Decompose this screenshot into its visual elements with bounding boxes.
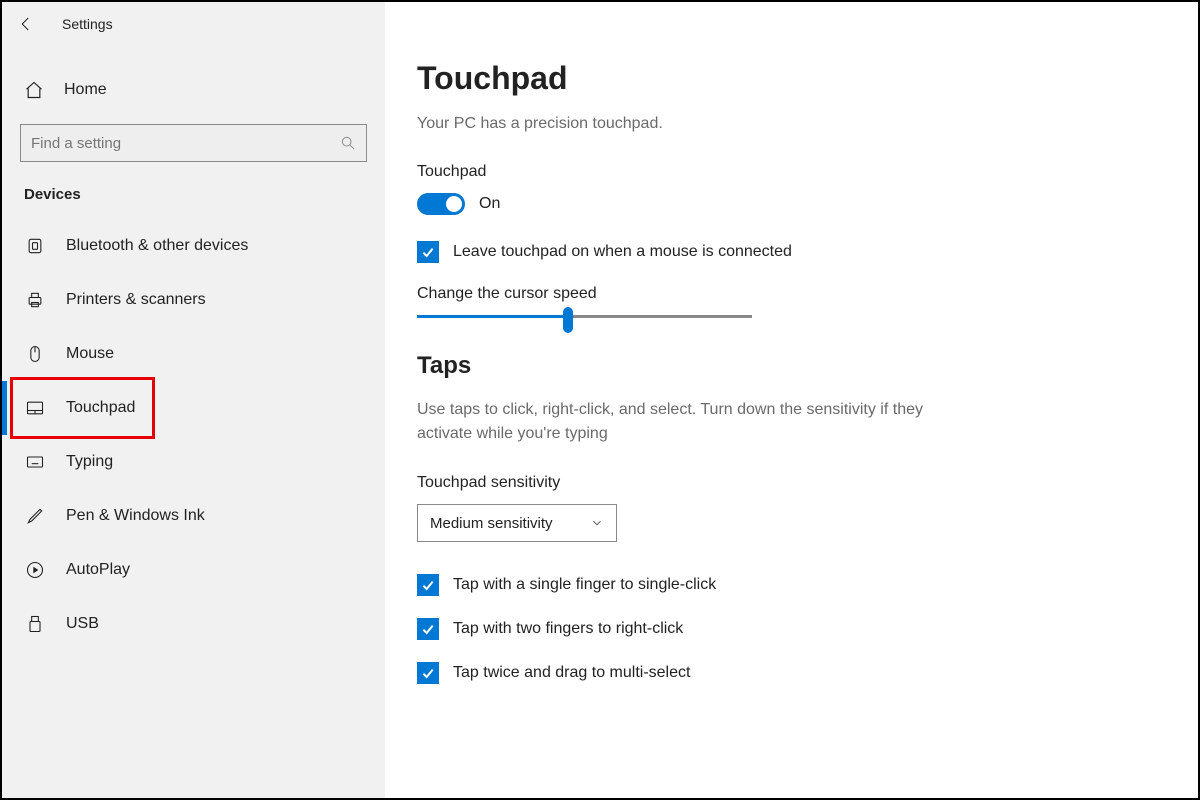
home-label: Home [64, 81, 107, 99]
sidebar-item-label: Touchpad [66, 399, 135, 417]
tap-two-checkbox[interactable] [417, 618, 439, 640]
tap-single-checkbox[interactable] [417, 574, 439, 596]
autoplay-icon [24, 559, 46, 581]
sidebar-item-label: Printers & scanners [66, 291, 206, 309]
sidebar-item-bluetooth[interactable]: Bluetooth & other devices [2, 219, 385, 273]
page-title: Touchpad [417, 60, 1158, 97]
search-input[interactable] [31, 135, 340, 152]
app-title: Settings [62, 16, 113, 32]
printer-icon [24, 289, 46, 311]
sidebar: Settings Home Devices Bluetooth & oth [2, 2, 385, 798]
touchpad-toggle[interactable] [417, 193, 465, 215]
check-icon [420, 577, 436, 593]
sidebar-category: Devices [2, 162, 385, 213]
touchpad-icon [24, 397, 46, 419]
sensitivity-value: Medium sensitivity [430, 515, 553, 532]
usb-icon [24, 613, 46, 635]
sidebar-item-touchpad[interactable]: Touchpad [2, 381, 385, 435]
check-icon [420, 621, 436, 637]
bluetooth-icon [24, 235, 46, 257]
pen-icon [24, 505, 46, 527]
chevron-down-icon [590, 516, 604, 530]
check-icon [420, 665, 436, 681]
leave-on-label: Leave touchpad on when a mouse is connec… [453, 243, 792, 261]
slider-thumb[interactable] [563, 307, 573, 333]
sidebar-navlist: Bluetooth & other devices Printers & sca… [2, 219, 385, 651]
sensitivity-select[interactable]: Medium sensitivity [417, 504, 617, 542]
sidebar-item-label: Typing [66, 453, 113, 471]
main-content: Touchpad Your PC has a precision touchpa… [385, 2, 1198, 798]
titlebar: Settings [2, 2, 385, 46]
sidebar-item-label: Bluetooth & other devices [66, 237, 248, 255]
sidebar-item-label: AutoPlay [66, 561, 130, 579]
mouse-icon [24, 343, 46, 365]
cursor-speed-label: Change the cursor speed [417, 285, 1158, 303]
tap-drag-label: Tap twice and drag to multi-select [453, 664, 690, 682]
toggle-state-text: On [479, 195, 500, 213]
taps-description: Use taps to click, right-click, and sele… [417, 398, 977, 446]
arrow-left-icon [17, 15, 35, 33]
back-button[interactable] [12, 10, 40, 38]
sidebar-item-autoplay[interactable]: AutoPlay [2, 543, 385, 597]
sidebar-item-mouse[interactable]: Mouse [2, 327, 385, 381]
leave-on-checkbox[interactable] [417, 241, 439, 263]
tap-two-label: Tap with two fingers to right-click [453, 620, 683, 638]
sidebar-item-usb[interactable]: USB [2, 597, 385, 651]
sidebar-item-printers[interactable]: Printers & scanners [2, 273, 385, 327]
check-icon [420, 244, 436, 260]
toggle-label: Touchpad [417, 163, 1158, 181]
taps-title: Taps [417, 352, 1158, 380]
sidebar-home[interactable]: Home [2, 68, 385, 114]
sidebar-item-pen[interactable]: Pen & Windows Ink [2, 489, 385, 543]
tap-drag-checkbox[interactable] [417, 662, 439, 684]
sidebar-item-label: Pen & Windows Ink [66, 507, 205, 525]
sensitivity-label: Touchpad sensitivity [417, 474, 1158, 492]
keyboard-icon [24, 451, 46, 473]
tap-single-label: Tap with a single finger to single-click [453, 576, 716, 594]
sidebar-item-label: Mouse [66, 345, 114, 363]
sidebar-item-label: USB [66, 615, 99, 633]
cursor-speed-slider[interactable] [417, 315, 752, 318]
search-input-wrap[interactable] [20, 124, 367, 162]
precision-text: Your PC has a precision touchpad. [417, 115, 1158, 133]
sidebar-item-typing[interactable]: Typing [2, 435, 385, 489]
search-icon [340, 135, 356, 151]
home-icon [24, 80, 44, 100]
